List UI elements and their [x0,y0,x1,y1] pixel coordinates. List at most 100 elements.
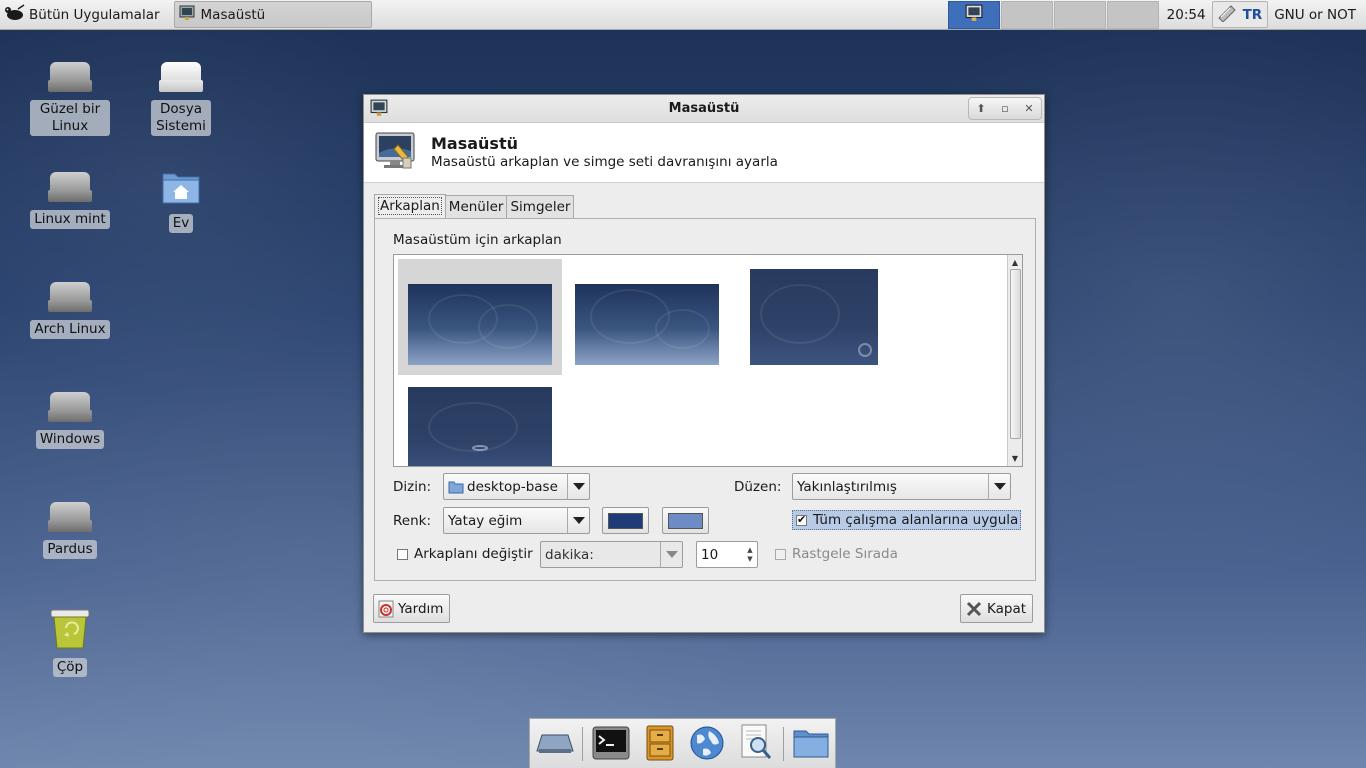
maximize-icon[interactable]: ▫ [996,100,1014,118]
desktop-icon-label: Arch Linux [30,320,110,339]
help-button[interactable]: Yardım [373,594,451,623]
applications-menu-label: Bütün Uygulamalar [29,6,160,23]
tab-label: Simgeler [510,199,571,215]
clock[interactable]: 20:54 [1167,7,1206,23]
desktop-settings-dialog: Masaüstü ⬆ ▫ ✕ Masaüstü Masaüstü arkapla… [363,94,1045,633]
interval-unit-value: dakika: [545,546,594,563]
hard-drive-icon [48,392,92,426]
apply-all-workspaces-checkbox[interactable]: Tüm çalışma alanlarına uygula [792,510,1022,530]
interval-spinbox[interactable]: 10 ▲ ▼ [696,541,758,568]
taskbar-button-label: Masaüstü [200,6,266,23]
show-desktop-launcher[interactable] [535,726,575,764]
scrollbar-thumb[interactable] [1010,269,1021,439]
window-controls: ⬆ ▫ ✕ [968,97,1042,120]
change-background-label: Arkaplanı değiştir [414,546,533,562]
taskbar-button-masaustu[interactable]: Masaüstü [173,1,372,28]
desktop-icon-guzel-bir-linux[interactable]: Güzel bir Linux [30,56,110,136]
section-label: Masaüstüm için arkaplan [393,232,562,248]
checkbox-unchecked-icon [397,548,408,560]
dialog-header: Masaüstü Masaüstü arkaplan ve simge seti… [364,123,1044,183]
random-order-label: Rastgele Sırada [792,546,898,562]
close-icon[interactable]: ✕ [1020,100,1038,118]
tab-arkaplan[interactable]: Arkaplan [374,194,446,219]
wallpaper-item[interactable] [398,259,562,375]
hard-drive-icon [159,62,203,96]
desktop-settings-icon [964,4,984,26]
wallpaper-item[interactable] [398,377,562,466]
web-browser-launcher[interactable] [687,726,727,764]
wallpaper-list[interactable]: ▲ ▼ [393,254,1023,467]
header-subtitle: Masaüstü arkaplan ve simge seti davranış… [431,154,778,170]
layout-value: Yakınlaştırılmış [797,478,897,495]
terminal-icon [592,726,630,764]
change-background-checkbox[interactable]: Arkaplanı değiştir [397,546,533,562]
wallpaper-thumbnail [408,284,552,365]
search-launcher[interactable] [736,724,776,764]
layout-label: Düzen: [734,479,782,495]
keyboard-layout-indicator[interactable]: TR [1211,1,1269,28]
dock-separator [582,727,583,761]
bottom-dock [529,718,836,768]
desktop-icon-windows[interactable]: Windows [30,386,110,449]
directory-value: desktop-base [467,478,558,495]
desktop-settings-icon [179,5,195,25]
chevron-down-icon [988,474,1010,499]
directory-combo[interactable]: desktop-base [443,473,590,500]
desktop-icon-ev[interactable]: Ev [141,166,221,233]
tab-simgeler[interactable]: Simgeler [506,195,575,219]
spin-buttons[interactable]: ▲ ▼ [743,542,757,567]
show-desktop-icon [536,731,574,759]
layout-combo[interactable]: Yakınlaştırılmış [792,473,1011,500]
file-cabinet-launcher[interactable] [640,725,680,764]
desktop-icon-label: Windows [35,430,105,449]
interval-unit-combo[interactable]: dakika: [540,541,683,568]
hard-drive-icon [48,282,92,316]
desktop-icon-linux-mint[interactable]: Linux mint [30,166,110,229]
desktop-icon-pardus[interactable]: Pardus [30,496,110,559]
desktop-icon-label: Dosya Sistemi [151,100,211,136]
hard-drive-icon [48,62,92,96]
desktop-icon-label: Güzel bir Linux [30,100,110,136]
desktop-icon-dosya-sistemi[interactable]: Dosya Sistemi [141,56,221,136]
wallpaper-item[interactable] [565,259,729,375]
settings-tabs: Arkaplan Menüler Simgeler [374,194,575,219]
tab-menuler[interactable]: Menüler [444,195,508,219]
wallpaper-item[interactable] [740,259,880,375]
wallpaper-list-scrollbar[interactable]: ▲ ▼ [1007,255,1022,466]
globe-icon [689,725,725,765]
secondary-color-button[interactable] [662,507,709,534]
color-mode-value: Yatay eğim [448,512,523,529]
terminal-launcher[interactable] [591,726,631,764]
spin-up-icon[interactable]: ▲ [747,546,752,555]
trash-icon [48,606,92,654]
checkbox-checked-icon [796,513,807,526]
folder-icon [792,727,830,763]
workspace-4[interactable] [1106,0,1159,29]
close-button[interactable]: Kapat [960,594,1034,623]
primary-color-button[interactable] [602,507,649,534]
dialog-titlebar[interactable]: Masaüstü ⬆ ▫ ✕ [364,95,1044,123]
dialog-title: Masaüstü [668,101,740,116]
shade-icon[interactable]: ⬆ [972,100,990,118]
file-manager-launcher[interactable] [791,726,831,764]
desktop-icon-label: Linux mint [30,210,110,229]
scroll-down-icon[interactable]: ▼ [1009,452,1021,464]
user-menu[interactable]: GNU or NOT [1274,7,1356,23]
apply-all-label: Tüm çalışma alanlarına uygula [813,512,1019,528]
workspace-1[interactable] [947,0,1000,29]
applications-menu-button[interactable]: Bütün Uygulamalar [0,0,166,30]
scroll-up-icon[interactable]: ▲ [1009,256,1021,268]
color-mode-combo[interactable]: Yatay eğim [443,507,590,534]
help-button-label: Yardım [398,600,444,617]
chevron-down-icon [660,542,682,567]
spin-down-icon[interactable]: ▼ [747,555,752,564]
workspace-3[interactable] [1053,0,1106,29]
help-icon [378,600,394,618]
desktop-icon-cop[interactable]: Çöp [30,606,110,677]
close-button-label: Kapat [987,600,1027,617]
workspace-2[interactable] [1000,0,1053,29]
directory-label: Dizin: [393,479,432,495]
desktop-icon-arch-linux[interactable]: Arch Linux [30,276,110,339]
random-order-checkbox[interactable]: Rastgele Sırada [775,546,898,562]
interval-value: 10 [701,546,719,563]
